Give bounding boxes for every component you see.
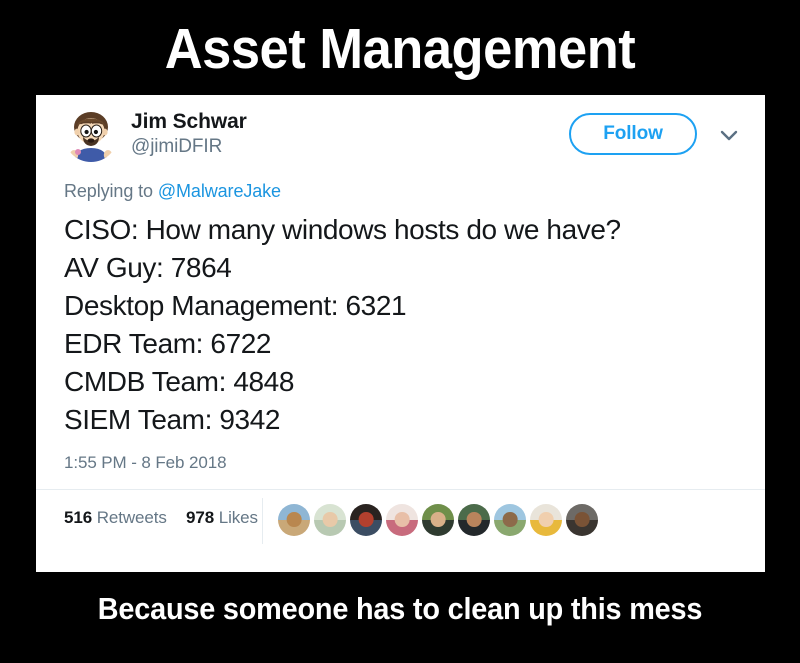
avatar-head — [394, 512, 410, 528]
cartoon-avatar-icon[interactable] — [64, 108, 118, 162]
bottom-caption: Because someone has to clean up this mes… — [97, 591, 703, 626]
liker-avatar-5[interactable] — [422, 504, 454, 536]
follow-button[interactable]: Follow — [569, 113, 697, 155]
stats-divider — [262, 498, 263, 544]
liker-avatar-4[interactable] — [386, 504, 418, 536]
liker-avatar-2[interactable] — [314, 504, 346, 536]
tweet-body: CISO: How many windows hosts do we have?… — [36, 202, 765, 439]
reply-context-mention[interactable]: @MalwareJake — [158, 181, 281, 201]
top-caption: Asset Management — [164, 17, 636, 81]
chevron-down-icon[interactable] — [717, 123, 741, 147]
author-display-name[interactable]: Jim Schwar — [131, 109, 247, 134]
liker-avatar-8[interactable] — [530, 504, 562, 536]
liker-avatar-6[interactable] — [458, 504, 490, 536]
reply-context-prefix: Replying to — [64, 181, 153, 201]
avatar-head — [430, 512, 446, 528]
avatar-head — [322, 512, 338, 528]
liker-avatar-3[interactable] — [350, 504, 382, 536]
tweet-body-line: EDR Team: 6722 — [64, 328, 272, 359]
tweet-header: Jim Schwar @jimiDFIR Follow — [36, 95, 765, 167]
tweet-timestamp[interactable]: 1:55 PM - 8 Feb 2018 — [36, 439, 765, 473]
tweet-card: Jim Schwar @jimiDFIR Follow Replying to … — [36, 95, 765, 572]
avatar-head — [358, 512, 374, 528]
avatar-head — [538, 512, 554, 528]
author-handle[interactable]: @jimiDFIR — [131, 135, 247, 159]
avatar-head — [286, 512, 302, 528]
tweet-body-line: AV Guy: 7864 — [64, 252, 232, 283]
tweet-body-line: CISO: How many windows hosts do we have? — [64, 214, 621, 245]
likes-label[interactable]: Likes — [219, 508, 258, 527]
retweets-count[interactable]: 516 — [64, 508, 92, 527]
meme-image: Asset Management Jim Schwar @jimiDFIR Fo… — [0, 0, 800, 663]
tweet-engagement-counts: 516 Retweets 978 Likes — [64, 508, 258, 528]
tweet-body-line: Desktop Management: 6321 — [64, 290, 407, 321]
avatar-head — [466, 512, 482, 528]
avatar-head — [502, 512, 518, 528]
likes-count[interactable]: 978 — [186, 508, 214, 527]
reply-context: Replying to @MalwareJake — [36, 167, 765, 202]
liker-avatar-1[interactable] — [278, 504, 310, 536]
author-identity: Jim Schwar @jimiDFIR — [131, 109, 247, 159]
tweet-body-line: SIEM Team: 9342 — [64, 404, 281, 435]
tweet-stats-row: 516 Retweets 978 Likes — [36, 489, 765, 552]
avatar-head — [574, 512, 590, 528]
tweet-body-line: CMDB Team: 4848 — [64, 366, 295, 397]
retweets-label[interactable]: Retweets — [97, 508, 167, 527]
liker-facepile — [278, 504, 598, 536]
liker-avatar-9[interactable] — [566, 504, 598, 536]
liker-avatar-7[interactable] — [494, 504, 526, 536]
